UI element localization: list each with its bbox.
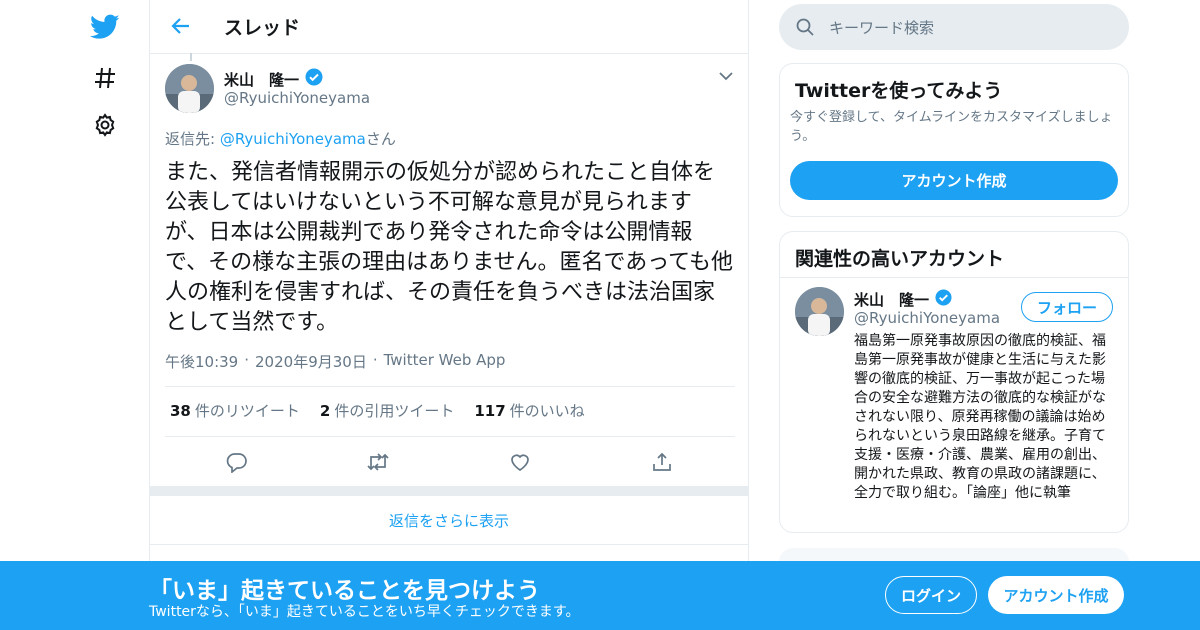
quote-count-link[interactable]: 2 件の引用ツイート xyxy=(320,400,454,421)
tweet-time[interactable]: 午後10:39 xyxy=(165,351,238,372)
back-arrow-icon[interactable] xyxy=(168,13,194,39)
share-icon[interactable] xyxy=(647,447,677,477)
related-account-name[interactable]: 米山 隆一 xyxy=(854,289,952,310)
signup-button[interactable]: アカウント作成 xyxy=(988,576,1124,614)
quote-label: 件の引用ツイート xyxy=(334,402,455,420)
author-name-text: 米山 隆一 xyxy=(224,70,300,89)
login-button[interactable]: ログイン xyxy=(885,576,977,614)
related-accounts-card: 関連性の高いアカウント 米山 隆一 @RyuichiYoneyama フォロー … xyxy=(779,231,1129,533)
divider xyxy=(780,277,1128,278)
tweet-meta: 午後10:39 · 2020年9月30日 · Twitter Web App xyxy=(165,351,505,372)
thread-connector xyxy=(190,53,192,61)
reply-suffix: さん xyxy=(365,130,396,148)
signup-card: Twitterを使ってみよう 今すぐ登録して、タイムラインをカスタマイズしましょ… xyxy=(779,63,1129,217)
related-card-title: 関連性の高いアカウント xyxy=(795,248,1005,270)
left-nav xyxy=(0,0,150,630)
retweet-label: 件のリツイート xyxy=(194,402,300,420)
author-name[interactable]: 米山 隆一 xyxy=(224,68,323,90)
retweet-count: 38 xyxy=(170,402,191,420)
signup-card-title: Twitterを使ってみよう xyxy=(795,80,1003,102)
avatar[interactable] xyxy=(795,287,844,336)
tweet-date[interactable]: 2020年9月30日 xyxy=(255,351,367,372)
like-count-link[interactable]: 117 件のいいね xyxy=(474,400,584,421)
like-count: 117 xyxy=(474,402,506,420)
divider xyxy=(165,386,735,387)
related-name-text: 米山 隆一 xyxy=(854,291,930,309)
bottom-bar-title: 「いま」起きていることを見つけよう xyxy=(149,578,540,604)
search-icon xyxy=(795,17,815,37)
follow-button[interactable]: フォロー xyxy=(1021,292,1113,322)
search-placeholder: キーワード検索 xyxy=(829,19,935,37)
bottom-bar-subtitle: Twitterなら、「いま」起きていることをいち早くチェックできます。 xyxy=(149,604,580,620)
create-account-button[interactable]: アカウント作成 xyxy=(790,161,1118,200)
separator-band xyxy=(150,486,748,496)
quote-count: 2 xyxy=(319,402,331,420)
gear-icon[interactable] xyxy=(88,108,122,142)
twitter-bird-icon[interactable] xyxy=(88,10,122,44)
verified-badge-icon xyxy=(305,68,323,90)
reply-to-line: 返信先: @RyuichiYoneyamaさん xyxy=(165,128,396,149)
related-account-bio: 福島第一原発事故原因の徹底的検証、福島第一原発事故が健康と生活に与えた影響の徹底… xyxy=(854,333,1106,501)
like-heart-icon[interactable] xyxy=(505,447,535,477)
tweet-stats: 38 件のリツイート 2 件の引用ツイート 117 件のいいね xyxy=(170,400,585,421)
related-account-handle[interactable]: @RyuichiYoneyama xyxy=(854,309,1000,327)
tweet-source[interactable]: Twitter Web App xyxy=(384,351,506,372)
author-handle[interactable]: @RyuichiYoneyama xyxy=(224,89,370,107)
meta-separator: · xyxy=(372,351,378,369)
retweet-icon[interactable] xyxy=(363,447,393,477)
page-header: スレッド xyxy=(150,0,748,54)
reply-handle-link[interactable]: @RyuichiYoneyama xyxy=(220,130,366,148)
page-title: スレッド xyxy=(224,17,301,39)
tweet-actions xyxy=(150,447,748,477)
divider xyxy=(165,436,735,437)
meta-separator: · xyxy=(244,351,250,369)
main-column: スレッド 米山 隆一 @RyuichiYoneyama 返信先: @Ryuich… xyxy=(149,0,749,630)
verified-badge-icon xyxy=(935,289,952,310)
chevron-down-icon[interactable] xyxy=(716,66,736,86)
reply-icon[interactable] xyxy=(222,447,252,477)
retweet-count-link[interactable]: 38 件のリツイート xyxy=(170,400,300,421)
search-input[interactable]: キーワード検索 xyxy=(779,4,1129,50)
signup-card-desc: 今すぐ登録して、タイムラインをカスタマイズしましょう。 xyxy=(790,110,1113,144)
avatar[interactable] xyxy=(165,64,214,113)
reply-prefix: 返信先: xyxy=(165,130,220,148)
hashtag-icon[interactable] xyxy=(88,61,122,95)
bottom-signup-bar: 「いま」起きていることを見つけよう Twitterなら、「いま」起きていることを… xyxy=(0,561,1200,630)
show-more-replies-button[interactable]: 返信をさらに表示 xyxy=(150,496,748,545)
like-label: 件のいいね xyxy=(509,402,585,420)
tweet-text: また、発信者情報開示の仮処分が認められたこと自体を公表してはいけないという不可解… xyxy=(165,160,734,335)
